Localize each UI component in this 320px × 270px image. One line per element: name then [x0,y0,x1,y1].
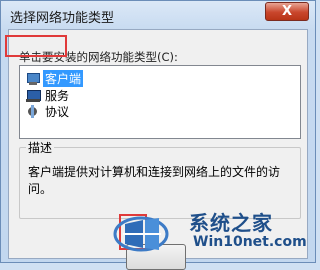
description-text: 客户端提供对计算机和连接到网络上的文件的访问。 [28,165,281,196]
close-icon: X [281,4,293,19]
window-title: 选择网络功能类型 [10,11,115,26]
list-item-service[interactable]: 服务 [26,88,71,103]
list-item-label: 服务 [45,89,70,103]
list-item-label: 协议 [45,105,70,119]
watermark-title: 系统之家 [189,211,273,235]
list-item-protocol[interactable]: 协议 [26,104,71,119]
list-item-label: 客户端 [43,70,84,87]
close-button[interactable]: X [265,2,309,21]
client-icon [26,72,40,85]
watermark-logo-icon [113,216,169,252]
highlight-annotation-list-item [5,35,67,57]
watermark: 系统之家 Win10net.com [113,206,309,258]
dialog-window: 选择网络功能类型 X 单击要安装的网络功能类型(C): 客户端 服务 协议 描述… [0,0,316,270]
network-feature-list[interactable]: 客户端 服务 协议 [19,65,301,139]
protocol-icon [26,105,40,118]
description-title: 描述 [26,139,55,156]
list-item-client[interactable]: 客户端 [26,70,84,87]
service-icon [26,89,41,102]
watermark-url: Win10net.com [193,234,307,250]
